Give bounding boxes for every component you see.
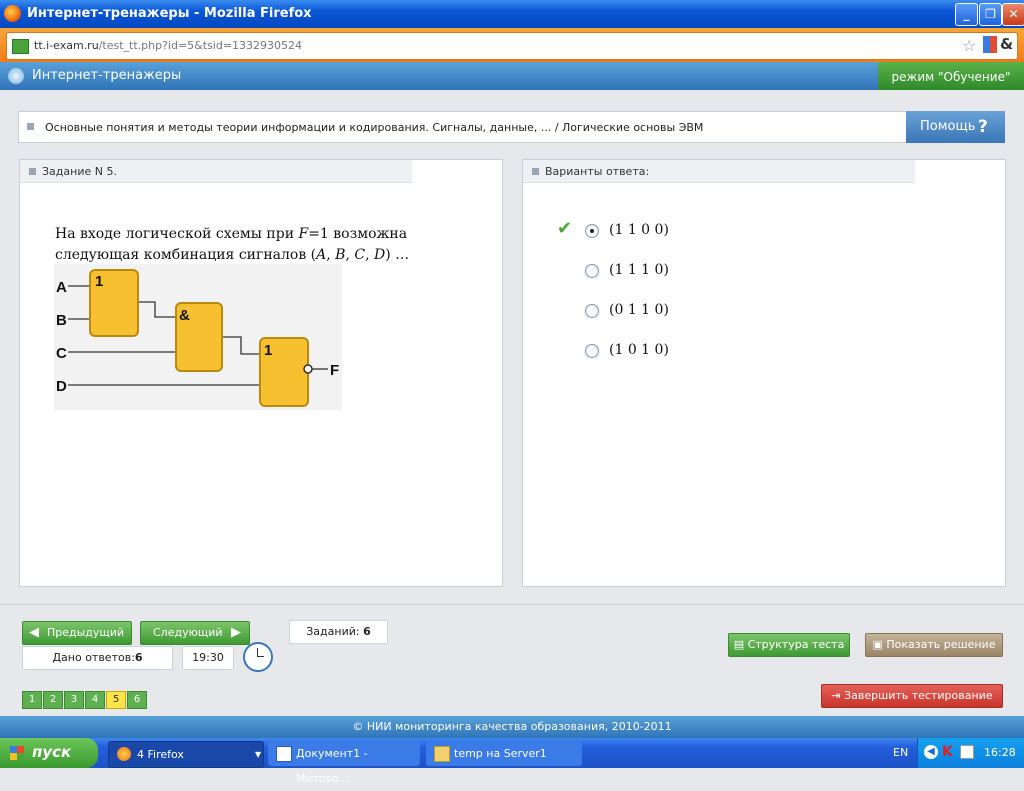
window-titlebar: Интернет-тренажеры - Mozilla Firefox _ ❐… — [0, 0, 1024, 28]
app-title: Интернет-тренажеры — [32, 68, 182, 83]
answer-option-3[interactable]: (0 1 1 0) — [523, 299, 823, 323]
next-button[interactable]: Следующий ▶ — [140, 621, 250, 645]
answers-count: Дано ответов:6 — [22, 646, 173, 670]
system-tray: ◀ K 16:28 — [917, 738, 1024, 768]
back-arrow-icon[interactable]: ◀ — [924, 745, 938, 759]
radio-button[interactable] — [585, 344, 599, 358]
finish-test-button[interactable]: ⇥ Завершить тестирование — [821, 684, 1003, 708]
language-indicator[interactable]: EN — [893, 746, 908, 759]
input-a-label: A — [56, 279, 67, 296]
url-text: tt.i-exam.ru/test_tt.php?id=5&tsid=13329… — [34, 39, 303, 52]
url-input[interactable]: tt.i-exam.ru/test_tt.php?id=5&tsid=13329… — [6, 32, 1018, 60]
exit-icon: ⇥ — [831, 689, 845, 702]
task-panel-header: Задание N 5. — [20, 160, 412, 183]
bullet-icon — [532, 168, 539, 175]
input-c-label: C — [56, 345, 67, 362]
minimize-button[interactable]: _ — [955, 3, 978, 26]
page-button-4[interactable]: 4 — [85, 691, 105, 709]
gate-2-symbol: & — [179, 307, 190, 324]
answer-option-4[interactable]: (1 0 1 0) — [523, 339, 823, 363]
app-logo-icon — [8, 68, 24, 84]
bullet-icon — [27, 123, 34, 130]
page-button-3[interactable]: 3 — [64, 691, 84, 709]
windows-logo-icon — [10, 746, 24, 760]
firefox-icon — [4, 5, 21, 22]
close-button[interactable]: ✕ — [1002, 3, 1024, 26]
taskbar-item-folder[interactable]: temp на Server1 — [426, 741, 582, 766]
breadcrumb-text: Основные понятия и методы теории информа… — [45, 121, 704, 134]
site-identity-icon[interactable] — [12, 39, 29, 54]
navigation-toolbar: tt.i-exam.ru/test_tt.php?id=5&tsid=13329… — [0, 28, 1024, 62]
page-button-1[interactable]: 1 — [22, 691, 42, 709]
input-b-label: B — [56, 312, 67, 329]
help-label: Помощь — [920, 119, 976, 134]
gate-1-symbol: 1 — [95, 273, 103, 290]
firefox-icon — [117, 747, 131, 761]
google-toolbar-icon[interactable] — [983, 36, 997, 53]
check-icon: ✔ — [557, 218, 573, 239]
inverter-circle — [303, 364, 313, 374]
clock-icon — [243, 642, 273, 672]
breadcrumb: Основные понятия и методы теории информа… — [18, 111, 907, 143]
circuit-svg: A B C D 1 & 1 F — [56, 269, 339, 407]
gate-3-symbol: 1 — [264, 342, 272, 359]
mode-badge: режим "Обучение" — [878, 62, 1024, 90]
chevron-down-icon: ▼ — [255, 750, 262, 759]
app-header: Интернет-тренажеры — [0, 62, 1024, 90]
footer-copyright: © НИИ мониторинга качества образования, … — [0, 716, 1024, 738]
maximize-button[interactable]: ❐ — [979, 3, 1002, 26]
arrow-left-icon: ◀ — [29, 625, 39, 640]
input-d-label: D — [56, 378, 67, 395]
taskbar-item-firefox[interactable]: 4 Firefox ▼ — [108, 741, 264, 768]
show-solution-button[interactable]: ▣ Показать решение — [865, 633, 1003, 657]
timer-display: 19:30 — [182, 646, 234, 670]
answers-header: Варианты ответа: — [545, 165, 650, 178]
antivirus-icon[interactable]: K — [942, 744, 953, 760]
question-text: На входе логической схемы при F=1 возмож… — [55, 226, 410, 263]
folder-icon — [434, 746, 450, 762]
tasks-count: Заданий: 6 — [289, 620, 388, 644]
arrow-right-icon: ▶ — [231, 625, 241, 640]
output-f-label: F — [330, 362, 339, 379]
help-button[interactable]: Помощь ? — [906, 111, 1005, 143]
answers-panel-header: Варианты ответа: — [523, 160, 915, 183]
prev-button[interactable]: ◀ Предыдущий — [22, 621, 132, 645]
radio-button[interactable] — [585, 304, 599, 318]
radio-button[interactable] — [585, 224, 599, 238]
answer-option-text: (1 0 1 0) — [609, 342, 669, 358]
answer-option-1[interactable]: ✔ (1 1 0 0) — [523, 218, 823, 243]
window-title: Интернет-тренажеры - Mozilla Firefox — [27, 6, 312, 21]
radio-button[interactable] — [585, 264, 599, 278]
logic-circuit-diagram: A B C D 1 & 1 F — [54, 264, 342, 410]
answer-option-text: (1 1 1 0) — [609, 262, 669, 278]
list-icon: ▤ — [733, 638, 748, 651]
page-button-6[interactable]: 6 — [127, 691, 147, 709]
answer-option-2[interactable]: (1 1 1 0) — [523, 259, 823, 283]
task-panel: Задание N 5. На входе логической схемы п… — [19, 159, 503, 587]
page-button-2[interactable]: 2 — [43, 691, 63, 709]
word-document-icon — [276, 746, 292, 762]
radio-selected-dot — [590, 229, 594, 233]
answers-panel: Варианты ответа: ✔ (1 1 0 0) (1 1 1 0) (… — [522, 159, 1006, 587]
test-structure-button[interactable]: ▤ Структура теста — [728, 633, 850, 657]
page-button-5-current[interactable]: 5 — [106, 691, 126, 709]
answer-option-text: (0 1 1 0) — [609, 302, 669, 318]
network-icon[interactable] — [960, 745, 974, 759]
clock-text: 16:28 — [984, 746, 1016, 759]
book-icon: ▣ — [872, 638, 887, 651]
bullet-icon — [29, 168, 36, 175]
answer-option-text: (1 1 0 0) — [609, 222, 669, 238]
start-button[interactable]: пуск — [0, 738, 98, 768]
taskbar-item-word[interactable]: Документ1 - Microso... — [268, 741, 420, 785]
question-icon: ? — [978, 117, 988, 137]
task-number: Задание N 5. — [42, 165, 117, 178]
addon-icon[interactable]: & — [1000, 35, 1013, 53]
bookmark-star-icon[interactable]: ☆ — [962, 36, 976, 55]
